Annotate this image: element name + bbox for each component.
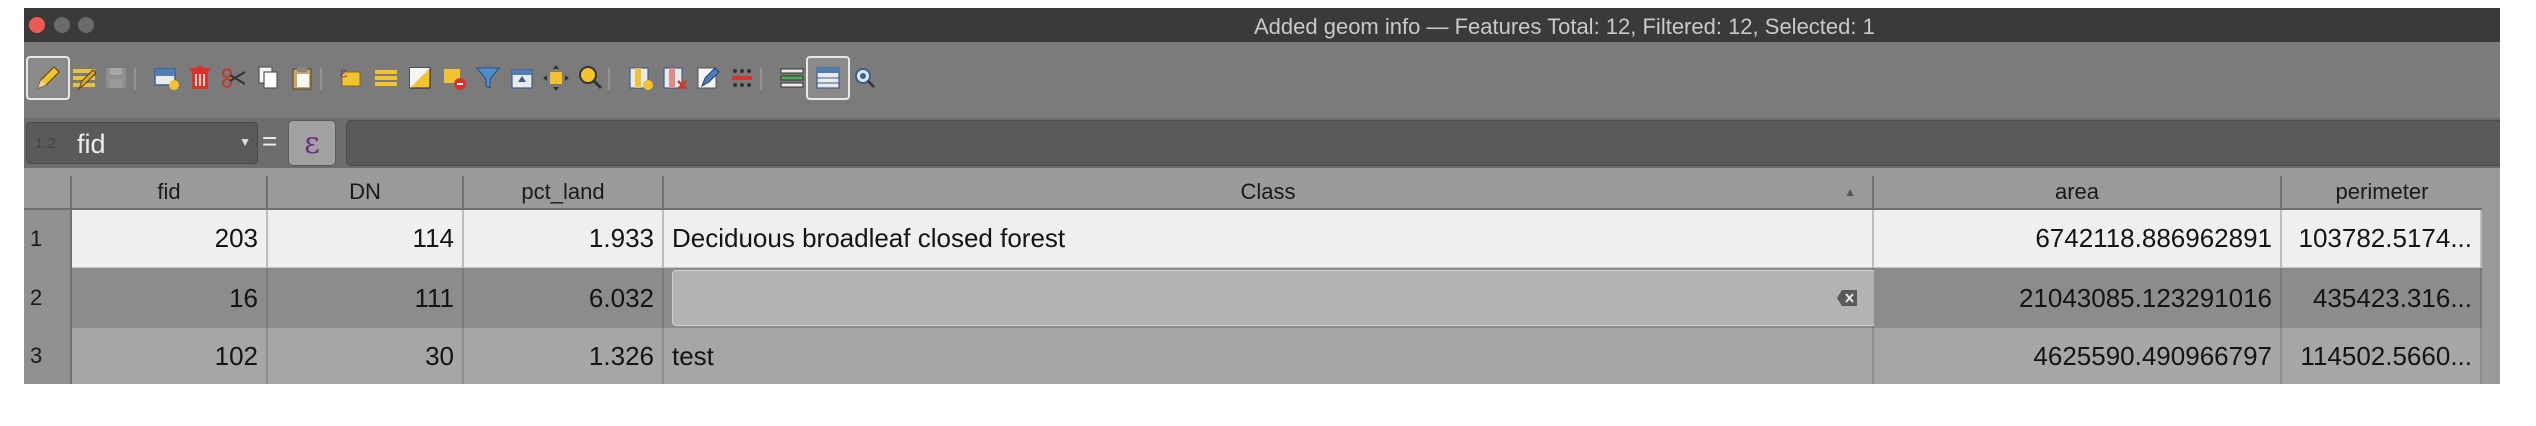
equals-label: = <box>262 126 278 156</box>
filter-value-input[interactable] <box>346 120 2500 166</box>
cell-perimeter[interactable]: 103782.5174... <box>2282 210 2482 268</box>
column-header-area[interactable]: area <box>1874 176 2282 210</box>
field-select-value: fid <box>77 129 106 159</box>
paste-icon[interactable] <box>280 56 324 100</box>
column-header-dn[interactable]: DN <box>268 176 464 210</box>
row-number[interactable]: 1 <box>24 210 72 268</box>
chevron-down-icon: ▼ <box>239 135 251 149</box>
actions-icon[interactable] <box>842 56 886 100</box>
column-header-class[interactable]: Class ▲ <box>664 176 1874 210</box>
filter-bar: 1.2 fid ▼ = ε <box>24 118 2500 168</box>
cell-editor-input[interactable] <box>672 270 1877 326</box>
attribute-table: fid DN pct_land Class ▲ area perimeter 1… <box>24 168 2500 384</box>
column-header-fid[interactable]: fid <box>72 176 268 210</box>
table-row[interactable]: 1 203 114 1.933 Deciduous broadleaf clos… <box>24 210 2500 268</box>
column-header-perimeter[interactable]: perimeter <box>2282 176 2482 210</box>
cell-class[interactable]: test <box>664 328 1874 384</box>
cell-dn[interactable]: 111 <box>268 268 464 328</box>
field-calculator-icon[interactable] <box>720 56 764 100</box>
maximize-window-button[interactable] <box>78 17 94 33</box>
row-number[interactable]: 3 <box>24 328 72 384</box>
cell-dn[interactable]: 114 <box>268 210 464 268</box>
table-row[interactable]: 2 16 111 6.032 21043085.123291016 435423… <box>24 268 2500 328</box>
close-window-button[interactable] <box>29 17 45 33</box>
corner-cell[interactable] <box>24 176 72 210</box>
field-select[interactable]: 1.2 fid ▼ <box>26 122 258 164</box>
sort-ascending-icon: ▲ <box>1844 185 1856 199</box>
field-type-icon: 1.2 <box>35 135 56 152</box>
expression-button[interactable]: ε <box>288 120 336 166</box>
toolbar: ε <box>24 42 2500 118</box>
row-number[interactable]: 2 <box>24 268 72 328</box>
cell-pct-land[interactable]: 1.326 <box>464 328 664 384</box>
header-row: fid DN pct_land Class ▲ area perimeter <box>24 176 2500 210</box>
table-row[interactable]: 3 102 30 1.326 test 4625590.490966797 11… <box>24 328 2500 384</box>
clear-value-icon[interactable] <box>1836 289 1858 307</box>
column-header-pct-land[interactable]: pct_land <box>464 176 664 210</box>
window-title: Added geom info — Features Total: 12, Fi… <box>1254 14 1875 39</box>
cell-fid[interactable]: 102 <box>72 328 268 384</box>
cell-area[interactable]: 4625590.490966797 <box>1874 328 2282 384</box>
cell-fid[interactable]: 16 <box>72 268 268 328</box>
cell-perimeter[interactable]: 435423.316... <box>2282 268 2482 328</box>
cell-area[interactable]: 21043085.123291016 <box>1874 268 2282 328</box>
title-bar: Added geom info — Features Total: 12, Fi… <box>24 8 2500 42</box>
cell-pct-land[interactable]: 1.933 <box>464 210 664 268</box>
cell-perimeter[interactable]: 114502.5660... <box>2282 328 2482 384</box>
save-edits-icon[interactable] <box>94 56 138 100</box>
cell-class[interactable]: Deciduous broadleaf closed forest <box>664 210 1874 268</box>
cell-pct-land[interactable]: 6.032 <box>464 268 664 328</box>
zoom-to-selection-icon[interactable] <box>568 56 612 100</box>
attribute-table-window: Added geom info — Features Total: 12, Fi… <box>24 8 2500 384</box>
column-header-class-label: Class <box>1240 179 1296 204</box>
cell-area[interactable]: 6742118.886962891 <box>1874 210 2282 268</box>
svg-text:ε: ε <box>340 65 347 81</box>
cell-dn[interactable]: 30 <box>268 328 464 384</box>
cell-fid[interactable]: 203 <box>72 210 268 268</box>
minimize-window-button[interactable] <box>54 17 70 33</box>
